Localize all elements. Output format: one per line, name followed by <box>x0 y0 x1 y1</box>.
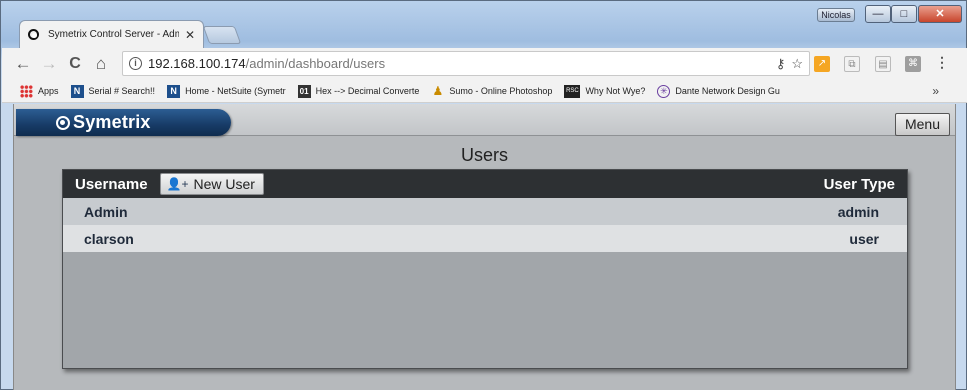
back-arrow-icon[interactable]: ← <box>10 54 36 74</box>
usertype-cell: admin <box>837 203 879 220</box>
usertype-column-header[interactable]: User Type <box>824 176 895 193</box>
extension-tag-icon[interactable]: ⌘ <box>905 56 921 72</box>
profile-badge[interactable]: Nicolas <box>817 8 855 22</box>
bookmark-netsuite-home[interactable]: N Home - NetSuite (Symetr <box>167 84 286 98</box>
site-info-icon[interactable]: i <box>129 57 142 70</box>
dante-icon: ✳ <box>657 84 671 98</box>
extension-copy-icon[interactable]: ⧉ <box>844 56 860 72</box>
page-title: Users <box>460 145 508 165</box>
minimize-button[interactable]: — <box>865 5 891 23</box>
rsc-icon: RSC <box>564 84 581 98</box>
bookmarks-more-icon[interactable]: » <box>932 84 939 98</box>
symetrix-favicon-icon <box>28 29 39 40</box>
table-row[interactable]: clarson user <box>63 225 907 252</box>
tab-close-icon[interactable]: ✕ <box>185 28 195 42</box>
bookmark-sumo[interactable]: ♟ Sumo - Online Photoshop <box>431 83 552 98</box>
bookmark-serial-search[interactable]: N Serial # Search!! <box>70 84 155 98</box>
menu-button[interactable]: Menu <box>895 113 950 136</box>
extension-chart-icon[interactable]: ↗ <box>814 56 830 72</box>
username-cell: Admin <box>84 203 128 220</box>
netsuite-icon: N <box>70 84 84 98</box>
new-tab-button[interactable] <box>202 26 242 44</box>
bookmark-apps[interactable]: Apps <box>20 84 59 98</box>
bookmark-star-icon[interactable]: ☆ <box>791 56 803 72</box>
apps-icon <box>20 84 33 98</box>
forward-arrow-icon[interactable]: → <box>36 54 62 74</box>
web-page: Symetrix Menu Users Username 👤+ New User… <box>13 104 956 390</box>
extension-panel-icon[interactable]: ▤ <box>875 56 891 72</box>
app-header: Symetrix Menu <box>14 104 955 136</box>
browser-window: Nicolas — □ ✕ Symetrix Control Server - … <box>0 0 967 390</box>
key-icon[interactable]: ⚷ <box>776 56 786 72</box>
maximize-button[interactable]: □ <box>891 5 917 23</box>
close-window-button[interactable]: ✕ <box>918 5 962 23</box>
new-user-label: New User <box>193 176 255 192</box>
browser-toolbar: ← → C ⌂ i 192.168.100.174/admin/dashboar… <box>2 48 967 80</box>
tab-title: Symetrix Control Server - Adm <box>48 29 179 40</box>
table-row[interactable]: Admin admin <box>63 198 907 225</box>
reload-icon[interactable]: C <box>62 55 88 73</box>
bookmarks-bar: Apps N Serial # Search!! N Home - NetSuite… <box>2 80 967 103</box>
sumo-icon: ♟ <box>432 83 444 98</box>
browser-tab[interactable]: Symetrix Control Server - Adm ✕ <box>19 20 204 48</box>
bookmark-hex-converter[interactable]: 01 Hex --> Decimal Converte <box>297 84 419 98</box>
username-cell: clarson <box>84 230 134 247</box>
address-bar[interactable]: i 192.168.100.174/admin/dashboard/users … <box>122 51 810 76</box>
symetrix-logo[interactable]: Symetrix <box>16 109 231 136</box>
home-icon[interactable]: ⌂ <box>88 54 114 74</box>
user-add-icon: 👤+ <box>166 177 189 191</box>
browser-menu-icon[interactable]: ⋮ <box>935 54 949 71</box>
users-table: Username 👤+ New User User Type Admin adm… <box>62 169 908 369</box>
username-column-header[interactable]: Username <box>75 176 148 193</box>
table-header: Username 👤+ New User User Type <box>63 170 907 198</box>
bookmark-dante[interactable]: ✳ Dante Network Design Gu <box>657 84 780 98</box>
logo-text: Symetrix <box>73 112 151 132</box>
netsuite-icon: N <box>167 84 181 98</box>
bookmark-why-not-wye[interactable]: RSC Why Not Wye? <box>564 84 645 98</box>
usertype-cell: user <box>849 230 879 247</box>
url-text[interactable]: 192.168.100.174/admin/dashboard/users <box>148 56 770 71</box>
new-user-button[interactable]: 👤+ New User <box>159 173 264 195</box>
hex-icon: 01 <box>297 84 311 98</box>
symetrix-logo-icon <box>56 115 70 130</box>
